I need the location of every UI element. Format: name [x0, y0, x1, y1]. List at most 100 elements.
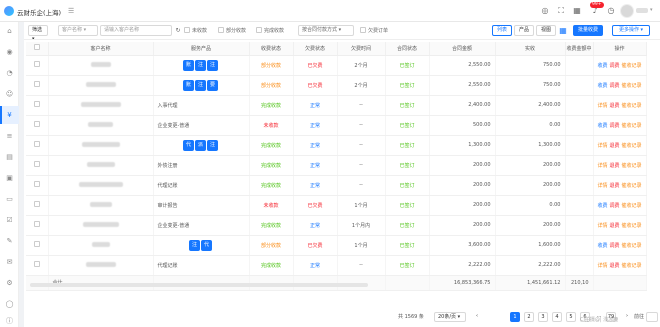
action-link-2[interactable]: 调费 — [609, 62, 619, 69]
action-link-2[interactable]: 退费 — [609, 102, 619, 109]
action-link-2[interactable]: 调费 — [609, 202, 619, 209]
checkbox-complete[interactable] — [256, 27, 262, 33]
action-link-1[interactable]: 详情 — [597, 162, 607, 169]
action-link-2[interactable]: 退费 — [609, 182, 619, 189]
action-link-2[interactable]: 退费 — [609, 262, 619, 269]
row-checkbox[interactable] — [33, 261, 40, 267]
action-link-1[interactable]: 详情 — [597, 262, 607, 269]
table-row[interactable]: 账注注部分收款 已欠费 2个月 已签订 2,550.00 750.00 收费 调费 催收记录 — [26, 55, 647, 76]
action-link-3[interactable]: 催收记录 — [622, 62, 642, 69]
row-checkbox[interactable] — [33, 81, 40, 87]
header-service[interactable]: 服务产品 — [153, 42, 250, 56]
table-row[interactable]: 审计报告 未收款 已欠费 1个月 已签订 200.00 0.00 收费 调费 催收记录 — [26, 195, 647, 216]
row-checkbox[interactable] — [33, 241, 40, 247]
customer-name-cell[interactable] — [48, 175, 154, 196]
service-tag[interactable]: 账 — [183, 79, 194, 91]
row-checkbox[interactable] — [33, 181, 40, 187]
customer-name-cell[interactable] — [48, 195, 154, 216]
table-row[interactable]: 企业变更-普通 未收款 正常 -- 已签订 500.00 0.00 收费 调费 催收记录 — [26, 115, 647, 136]
grid-view-icon[interactable]: ▦ — [558, 25, 568, 36]
people-icon[interactable]: ☺ — [4, 89, 15, 100]
action-link-1[interactable]: 详情 — [597, 222, 607, 229]
list-icon[interactable]: ≡ — [4, 131, 15, 142]
action-link-1[interactable]: 收费 — [597, 122, 607, 129]
table-row[interactable]: 账注要部分收款 已欠费 2个月 已签订 2,550.00 750.00 收费 调费 催收记录 — [26, 75, 647, 96]
service-tag[interactable]: 代 — [183, 139, 194, 151]
location-icon[interactable]: ◉ — [4, 47, 15, 58]
checkbox-partial[interactable] — [218, 27, 224, 33]
settings-icon[interactable]: ⚙ — [4, 278, 15, 289]
goto-page-input[interactable] — [646, 312, 658, 322]
action-link-3[interactable]: 催收记录 — [622, 182, 642, 189]
service-tag[interactable]: 代 — [201, 239, 212, 251]
action-link-1[interactable]: 详情 — [597, 102, 607, 109]
refresh-icon[interactable]: ↻ — [173, 26, 183, 36]
action-link-3[interactable]: 催收记录 — [622, 242, 642, 249]
more-actions-button[interactable]: 更多操作 ▾ — [612, 25, 650, 36]
prev-page-button[interactable]: ‹ — [472, 312, 482, 322]
service-tag[interactable]: 注 — [207, 139, 218, 151]
search-input[interactable]: 请输入客户名称 — [100, 25, 172, 36]
action-link-1[interactable]: 详情 — [597, 182, 607, 189]
action-link-3[interactable]: 催收记录 — [622, 262, 642, 269]
next-page-button[interactable]: › — [622, 312, 632, 322]
row-checkbox[interactable] — [33, 101, 40, 107]
customer-name-cell[interactable] — [48, 95, 154, 116]
header-received[interactable]: 实收 — [495, 42, 566, 56]
list-button[interactable]: 列表 — [492, 25, 512, 36]
contract-payment-select[interactable]: 按合同付款方式 ▾ — [298, 25, 354, 36]
table-row[interactable]: 代理记账 完成收款 正常 -- 已签订 200.00 200.00 详情 退费 催收记录 — [26, 175, 647, 196]
avatar[interactable] — [620, 4, 634, 18]
table-row[interactable]: 代派注完成收款 正常 -- 已签订 1,300.00 1,300.00 详情 退费 催收记录 — [26, 135, 647, 156]
header-contract-status[interactable]: 合同状态 — [385, 42, 430, 56]
header-customer[interactable]: 客户名称 — [48, 42, 154, 56]
table-row[interactable]: 注代部分收款 已欠费 1个月 已签订 3,600.00 1,600.00 收费 调费 催收记录 — [26, 235, 647, 256]
clock-icon[interactable]: ◷ — [606, 6, 616, 16]
task-icon[interactable]: ☑ — [4, 215, 15, 226]
customer-name-cell[interactable] — [48, 55, 154, 76]
page-button[interactable]: 1 — [510, 312, 520, 322]
table-row[interactable]: 企业变更-普通 完成收款 正常 1个月内 已签订 200.00 200.00 详情 退费 催收记录 — [26, 215, 647, 236]
header-charging[interactable]: 收费金额中 — [565, 42, 594, 56]
customer-name-cell[interactable] — [48, 215, 154, 236]
header-contract-amount[interactable]: 合同金额 — [429, 42, 496, 56]
page-button[interactable]: 4 — [552, 312, 562, 322]
table-row[interactable]: 外债注册 完成收款 正常 -- 已签订 200.00 200.00 详情 退费 催收记录 — [26, 155, 647, 176]
expand-icon[interactable]: ⛶ — [556, 6, 566, 16]
checkbox-arrears[interactable] — [360, 27, 366, 33]
home-icon[interactable]: ⌂ — [4, 26, 15, 37]
action-link-3[interactable]: 催收记录 — [622, 102, 642, 109]
action-link-2[interactable]: 退费 — [609, 162, 619, 169]
row-checkbox[interactable] — [33, 121, 40, 127]
action-link-2[interactable]: 退费 — [609, 142, 619, 149]
service-tag[interactable]: 注 — [189, 239, 200, 251]
row-checkbox[interactable] — [33, 221, 40, 227]
customer-name-cell[interactable] — [48, 235, 154, 256]
folder-icon[interactable]: ▭ — [4, 194, 15, 205]
info-icon[interactable]: ⓘ — [4, 316, 15, 327]
service-tag[interactable]: 账 — [183, 59, 194, 71]
action-link-2[interactable]: 调费 — [609, 82, 619, 89]
chevron-down-icon[interactable]: ▾ — [650, 7, 653, 13]
help-icon[interactable]: ◎ — [540, 6, 550, 16]
action-link-1[interactable]: 收费 — [597, 242, 607, 249]
action-link-1[interactable]: 收费 — [597, 202, 607, 209]
document-icon[interactable]: ▤ — [4, 152, 15, 163]
horizontal-scrollbar[interactable] — [30, 283, 368, 287]
page-button[interactable]: 2 — [524, 312, 534, 322]
action-link-2[interactable]: 调费 — [609, 242, 619, 249]
fold-icon[interactable]: ☰ — [68, 7, 74, 15]
action-link-3[interactable]: 催收记录 — [622, 122, 642, 129]
checkbox-unpaid[interactable] — [184, 27, 190, 33]
action-link-3[interactable]: 催收记录 — [622, 82, 642, 89]
row-checkbox[interactable] — [33, 201, 40, 207]
service-tag[interactable]: 派 — [195, 139, 206, 151]
row-checkbox[interactable] — [33, 141, 40, 147]
action-link-2[interactable]: 退费 — [609, 222, 619, 229]
chart-icon[interactable]: ◔ — [4, 68, 15, 79]
customer-name-cell[interactable] — [48, 115, 154, 136]
product-button[interactable]: 产品 — [514, 25, 534, 36]
header-charge-status[interactable]: 收费状态 — [249, 42, 294, 56]
action-link-3[interactable]: 催收记录 — [622, 162, 642, 169]
select-all-checkbox[interactable] — [33, 44, 40, 51]
